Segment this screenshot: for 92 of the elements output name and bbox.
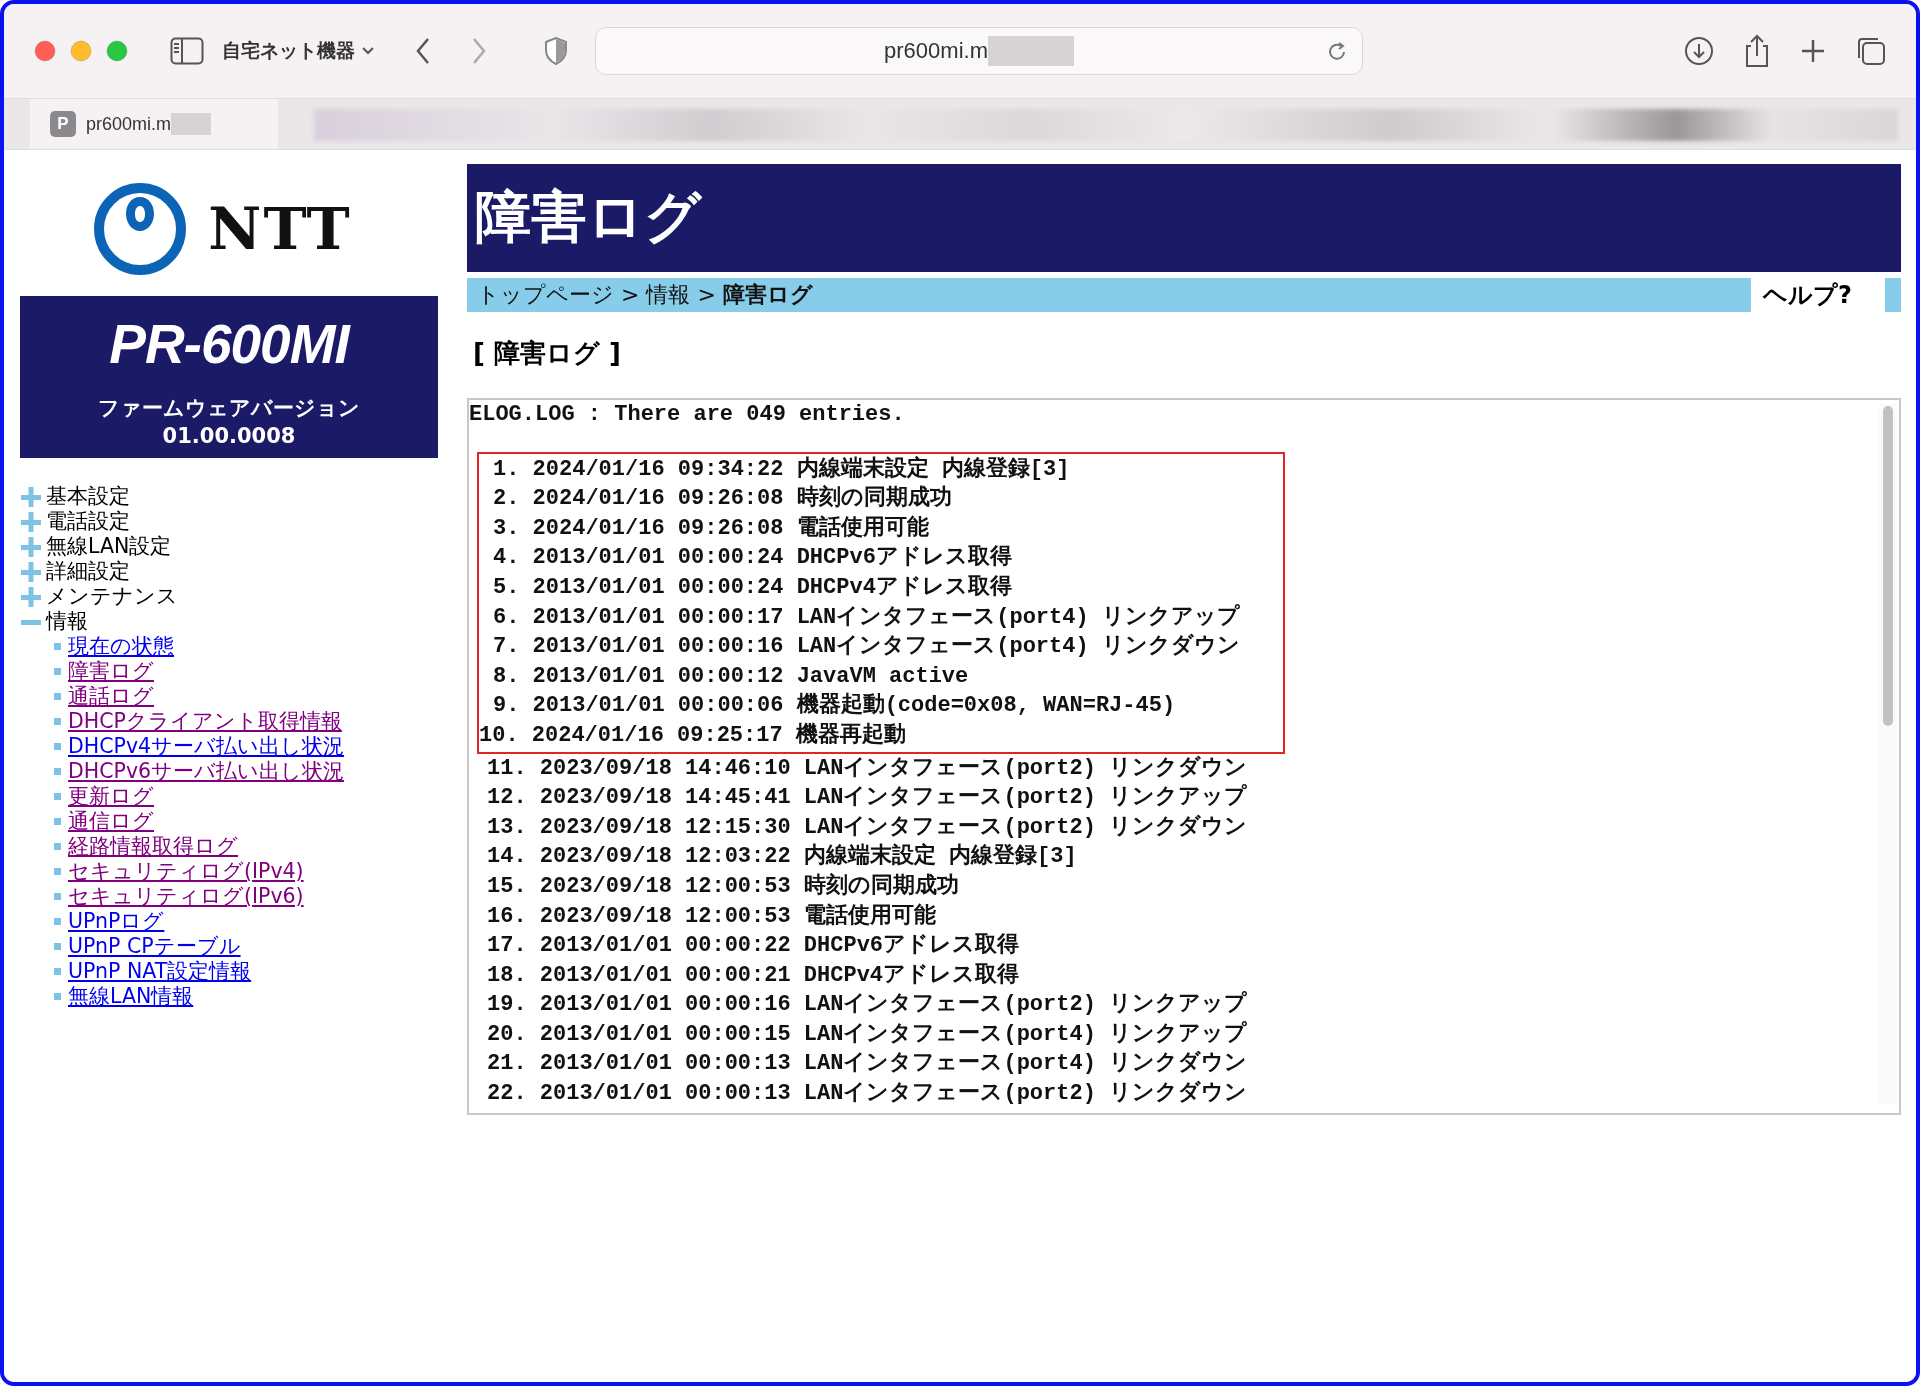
- menu-link[interactable]: 障害ログ: [68, 659, 154, 684]
- menu-item[interactable]: 無線LAN設定: [46, 534, 172, 559]
- model-name: PR-600MI: [108, 312, 352, 376]
- log-summary: ELOG.LOG : There are 049 entries.: [469, 401, 906, 429]
- new-tab-icon[interactable]: [1800, 38, 1826, 64]
- menu-link[interactable]: DHCPv6サーバ払い出し状況: [68, 759, 345, 784]
- expand-icon[interactable]: [20, 510, 42, 533]
- log-entry: 17. 2013/01/01 00:00:22 DHCPv6アドレス取得: [486, 932, 1021, 961]
- shield-icon[interactable]: [543, 36, 569, 66]
- log-entry: 5. 2013/01/01 00:00:24 DHCPv4アドレス取得: [492, 573, 1013, 602]
- bullet-icon: [54, 843, 61, 850]
- menu-link[interactable]: 無線LAN情報: [68, 984, 194, 1009]
- bullet-icon: [54, 718, 61, 725]
- section-heading: [ 障害ログ ]: [473, 338, 621, 368]
- menu-link[interactable]: 更新ログ: [68, 784, 154, 809]
- menu-link[interactable]: UPnP NAT設定情報: [68, 959, 252, 984]
- zoom-button[interactable]: [106, 40, 128, 62]
- bullet-icon: [54, 793, 61, 800]
- log-entry: 19. 2013/01/01 00:00:16 LANインタフェース(port2) リンクアップ: [486, 990, 1249, 1020]
- bullet-icon: [54, 893, 61, 900]
- expand-icon[interactable]: [20, 535, 42, 558]
- menu-link[interactable]: 通信ログ: [68, 809, 154, 834]
- bullet-icon: [54, 993, 61, 1000]
- log-textarea[interactable]: [467, 398, 1901, 1115]
- log-entry: 13. 2023/09/18 12:15:30 LANインタフェース(port2) リンクダウン: [486, 813, 1249, 842]
- chevron-down-icon[interactable]: [361, 46, 375, 56]
- browser-tab[interactable]: P pr600mi.m: [30, 99, 278, 149]
- brand-name: NTT: [208, 195, 352, 263]
- bullet-icon: [54, 968, 61, 975]
- expand-icon[interactable]: [20, 585, 42, 608]
- log-entry: 22. 2013/01/01 00:00:13 LANインタフェース(port2) リンクダウン: [486, 1080, 1249, 1109]
- bullet-icon: [54, 693, 61, 700]
- log-entry: 7. 2013/01/01 00:00:16 LANインタフェース(port4) リンクダウン: [492, 633, 1241, 662]
- window-title: 自宅ネット機器: [222, 39, 355, 63]
- log-entry: 2. 2024/01/16 09:26:08 時刻の同期成功: [492, 484, 953, 514]
- bullet-icon: [54, 643, 61, 650]
- log-entry: 11. 2023/09/18 14:46:10 LANインタフェース(port2) リンクダウン: [486, 754, 1249, 783]
- firmware-version: 01.00.0008: [161, 423, 297, 450]
- menu-link[interactable]: UPnPログ: [68, 909, 165, 934]
- menu-link[interactable]: 通話ログ: [68, 684, 154, 709]
- log-entry: 8. 2013/01/01 00:00:12 JavaVM active: [492, 662, 970, 691]
- menu-link[interactable]: DHCPv4サーバ払い出し状況: [68, 734, 345, 759]
- help-link[interactable]: ヘルプ?: [1751, 278, 1885, 312]
- close-button[interactable]: [34, 40, 56, 62]
- minimize-button[interactable]: [70, 40, 92, 62]
- firmware-label: ファームウェアバージョン: [97, 395, 361, 422]
- breadcrumb: トップページ > 情報 > 障害ログ: [476, 281, 814, 309]
- favicon: P: [50, 111, 76, 137]
- bullet-icon: [54, 668, 61, 675]
- menu-item[interactable]: 電話設定: [46, 509, 130, 534]
- menu-link[interactable]: セキュリティログ(IPv4): [68, 859, 304, 884]
- menu-link[interactable]: DHCPクライアント取得情報: [68, 709, 342, 734]
- expand-icon[interactable]: [20, 485, 42, 508]
- bullet-icon: [54, 768, 61, 775]
- address-field[interactable]: pr600mi.m: [595, 27, 1363, 75]
- logo-icon: [92, 183, 189, 275]
- menu-item[interactable]: 詳細設定: [46, 559, 130, 584]
- menu-item[interactable]: 基本設定: [46, 484, 130, 509]
- menu-link[interactable]: 現在の状態: [68, 634, 174, 659]
- log-entry: 14. 2023/09/18 12:03:22 内線端末設定 内線登録[3]: [486, 842, 1078, 872]
- log-entry: 10. 2024/01/16 09:25:17 機器再起動: [479, 721, 907, 750]
- bullet-icon: [54, 868, 61, 875]
- menu-link[interactable]: セキュリティログ(IPv6): [68, 884, 304, 909]
- menu-item[interactable]: 情報: [46, 609, 88, 634]
- log-entry: 9. 2013/01/01 00:00:06 機器起動(code=0x08, WAN=RJ-45): [492, 691, 1177, 721]
- page-title: 障害ログ: [475, 183, 701, 251]
- log-entry: 21. 2013/01/01 00:00:13 LANインタフェース(port4) リンクダウン: [486, 1050, 1249, 1079]
- back-icon[interactable]: [415, 37, 431, 65]
- log-entry: 1. 2024/01/16 09:34:22 内線端末設定 内線登録[3]: [492, 455, 1071, 484]
- share-icon[interactable]: [1744, 34, 1770, 68]
- log-entry: 20. 2013/01/01 00:00:15 LANインタフェース(port4) リンクアップ: [486, 1020, 1249, 1049]
- bullet-icon: [54, 743, 61, 750]
- log-entry: 18. 2013/01/01 00:00:21 DHCPv4アドレス取得: [486, 961, 1021, 990]
- log-entry: 6. 2013/01/01 00:00:17 LANインタフェース(port4) リンクアップ: [492, 603, 1241, 632]
- menu-item[interactable]: メンテナンス: [46, 584, 178, 609]
- menu-link[interactable]: UPnP CPテーブル: [68, 934, 241, 959]
- sidebar-icon[interactable]: [170, 37, 204, 65]
- log-entry: 12. 2023/09/18 14:45:41 LANインタフェース(port2) リンクアップ: [486, 783, 1249, 813]
- tabs-overview-icon[interactable]: [1856, 36, 1886, 66]
- bullet-icon: [54, 818, 61, 825]
- reload-icon[interactable]: [1326, 41, 1348, 63]
- log-entry: 3. 2024/01/16 09:26:08 電話使用可能: [492, 514, 930, 543]
- expand-icon[interactable]: [20, 560, 42, 583]
- log-entry: 15. 2023/09/18 12:00:53 時刻の同期成功: [486, 872, 960, 901]
- menu-link[interactable]: 経路情報取得ログ: [68, 834, 238, 859]
- log-entry: 16. 2023/09/18 12:00:53 電話使用可能: [486, 902, 937, 931]
- download-icon[interactable]: [1684, 36, 1714, 66]
- log-entry: 4. 2013/01/01 00:00:24 DHCPv6アドレス取得: [492, 544, 1013, 573]
- bullet-icon: [54, 918, 61, 925]
- forward-icon[interactable]: [471, 37, 487, 65]
- bullet-icon: [54, 943, 61, 950]
- redacted-block: [171, 113, 212, 135]
